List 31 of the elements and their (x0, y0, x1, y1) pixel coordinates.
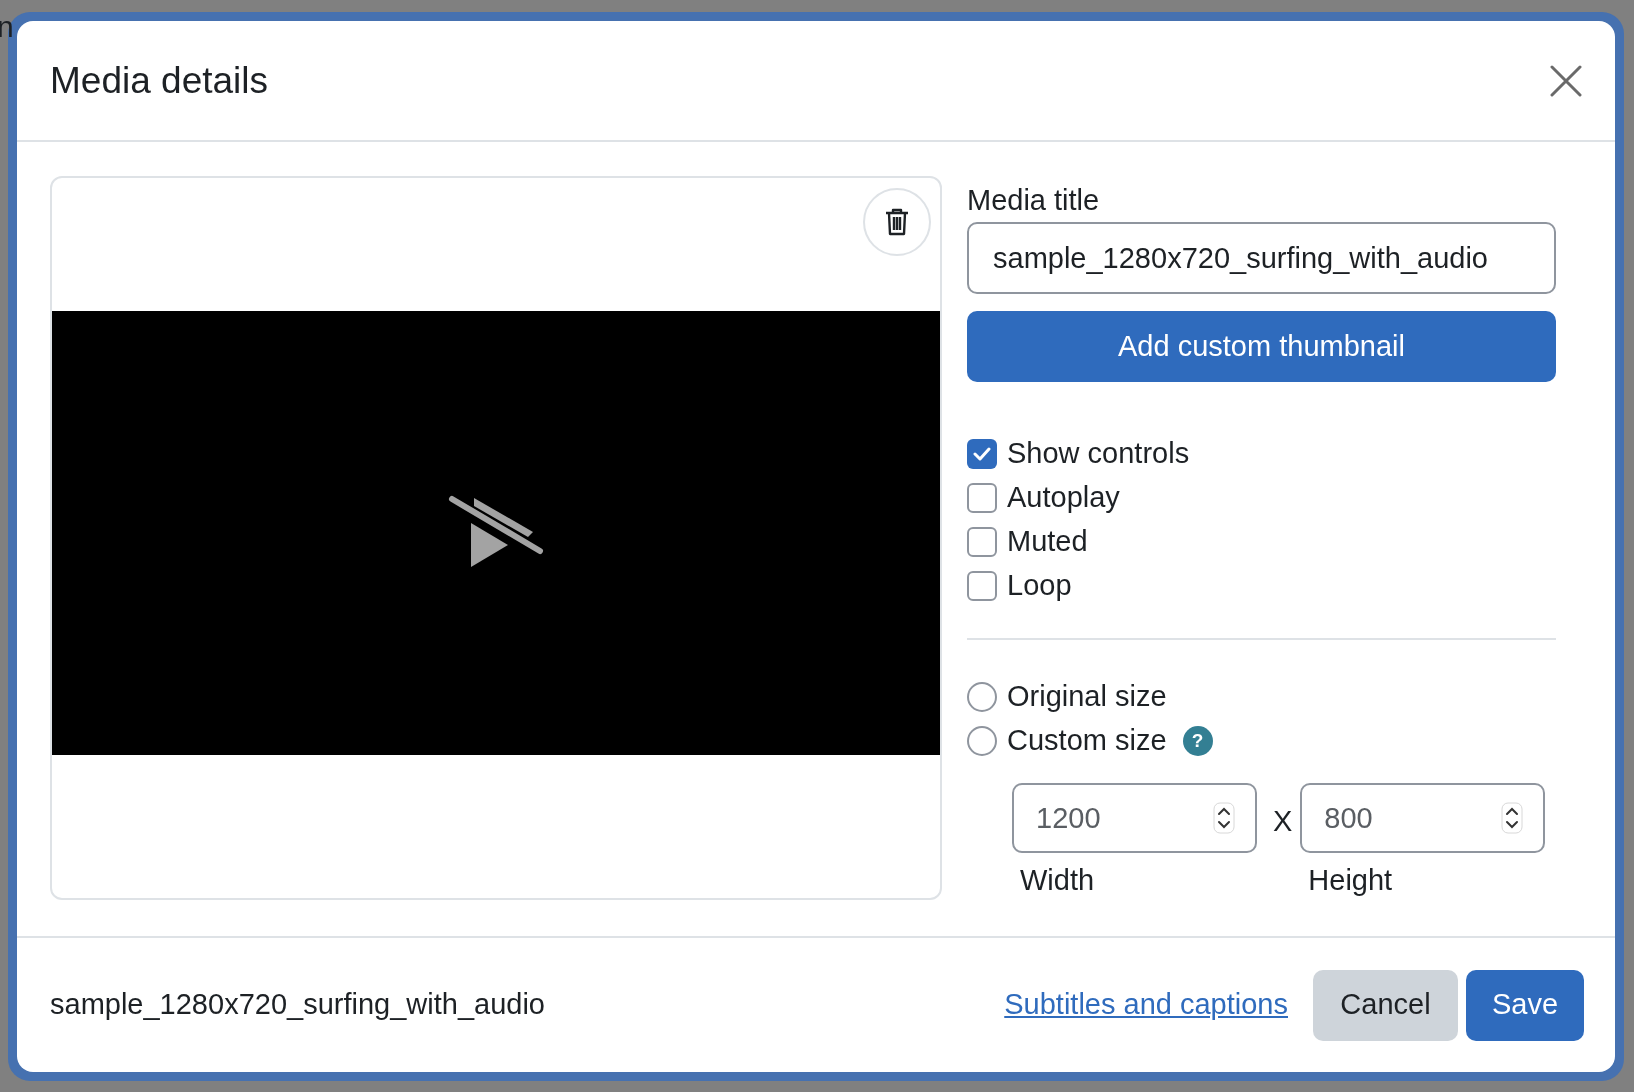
help-icon[interactable]: ? (1182, 726, 1213, 756)
number-field[interactable]: 800 (1300, 783, 1546, 853)
dialog-title: Media details (50, 58, 268, 103)
radio-button[interactable] (967, 726, 997, 756)
number-field[interactable]: 1200 (1012, 783, 1257, 853)
radio-label: Custom size (1007, 723, 1167, 759)
field-label: Width (1020, 863, 1096, 898)
radio-button[interactable] (967, 682, 997, 712)
checkbox-label: Autoplay (1007, 480, 1120, 516)
thumbnail-button[interactable]: Add custom thumbnail (967, 311, 1556, 382)
checkbox[interactable] (967, 483, 997, 513)
checkbox-label: Muted (1007, 524, 1088, 560)
subtitles-link[interactable]: Subtitles and captions (1004, 983, 1288, 1027)
cancel-button[interactable]: Cancel (1313, 969, 1458, 1041)
field-label: Media title (967, 183, 1101, 218)
checkbox-label: Loop (1007, 568, 1072, 604)
checkbox[interactable] (967, 439, 997, 469)
trash-icon (885, 208, 909, 236)
save-button[interactable]: Save (1466, 969, 1584, 1041)
file-name: sample_1280x720_surfing_with_audio (50, 987, 545, 1023)
spinner-icon[interactable] (1213, 802, 1235, 834)
radio-label: Original size (1007, 679, 1167, 715)
check-icon (973, 447, 991, 461)
separator-text: X (1273, 804, 1293, 839)
spinner-icon[interactable] (1501, 802, 1524, 834)
close-icon[interactable] (1550, 64, 1582, 97)
field-label: Height (1308, 863, 1394, 898)
checkbox-label: Show controls (1007, 436, 1190, 472)
checkbox[interactable] (967, 571, 997, 601)
checkbox[interactable] (967, 527, 997, 557)
title-field[interactable]: sample_1280x720_surfing_with_audio (967, 222, 1556, 294)
